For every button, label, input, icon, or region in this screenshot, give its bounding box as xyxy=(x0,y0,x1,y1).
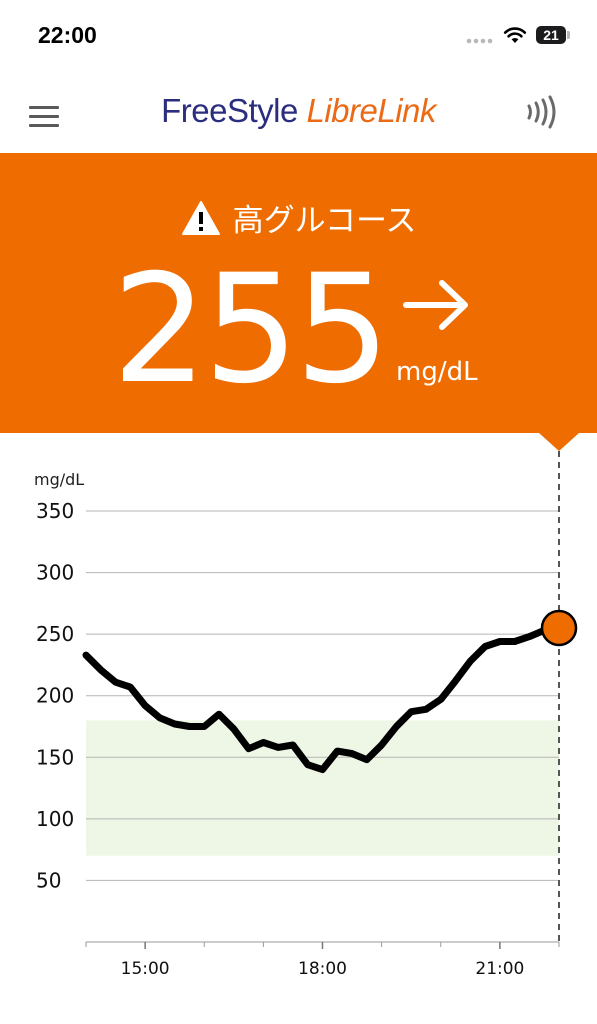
wifi-icon xyxy=(503,27,527,43)
y-tick-label: 200 xyxy=(36,684,74,708)
y-tick-label: 100 xyxy=(36,807,74,831)
target-range-rect xyxy=(86,720,559,856)
y-tick-labels: 350 300 250 200 150 100 50 xyxy=(36,499,74,892)
x-tick-label: 21:00 xyxy=(475,959,524,979)
y-tick-label: 350 xyxy=(36,499,74,523)
cellular-signal-icon xyxy=(466,38,493,44)
y-tick-label: 300 xyxy=(36,561,74,585)
y-tick-label: 50 xyxy=(36,868,61,892)
current-reading-pointer xyxy=(539,433,579,451)
x-tick-label: 15:00 xyxy=(121,959,170,979)
y-tick-label: 150 xyxy=(36,745,74,769)
y-axis-label: mg/dL xyxy=(34,470,84,489)
target-range-band xyxy=(86,720,559,856)
app-logo: FreeStyle LibreLink xyxy=(0,92,597,130)
glucose-history-chart: mg/dL 350 300 250 200 150 100 50 15:00 18:00 21:… xyxy=(34,451,578,979)
nfc-scan-icon[interactable] xyxy=(523,94,559,130)
battery-tip xyxy=(567,31,570,39)
glucose-alert-panel: 高グルコース 255 mg/dL xyxy=(0,153,597,433)
logo-librelink: LibreLink xyxy=(306,92,436,129)
app-header: FreeStyle LibreLink xyxy=(0,70,597,153)
current-reading-dot xyxy=(540,609,578,647)
trend-arrow-right-icon xyxy=(403,280,468,330)
reading-unit: mg/dL xyxy=(396,357,478,387)
warning-icon xyxy=(181,201,220,235)
x-axis: 15:00 18:00 21:00 xyxy=(85,941,560,979)
glucose-reading: 255 xyxy=(112,243,390,417)
battery-level: 21 xyxy=(543,27,559,43)
alert-title-row: 高グルコース xyxy=(0,195,597,240)
alert-title: 高グルコース xyxy=(232,203,417,239)
status-time: 22:00 xyxy=(38,22,97,48)
x-tick-label: 18:00 xyxy=(298,959,347,979)
battery-icon: 21 xyxy=(536,26,570,44)
status-bar: 22:00 21 xyxy=(0,0,597,70)
y-tick-label: 250 xyxy=(36,622,74,646)
logo-freestyle: FreeStyle xyxy=(161,92,298,129)
